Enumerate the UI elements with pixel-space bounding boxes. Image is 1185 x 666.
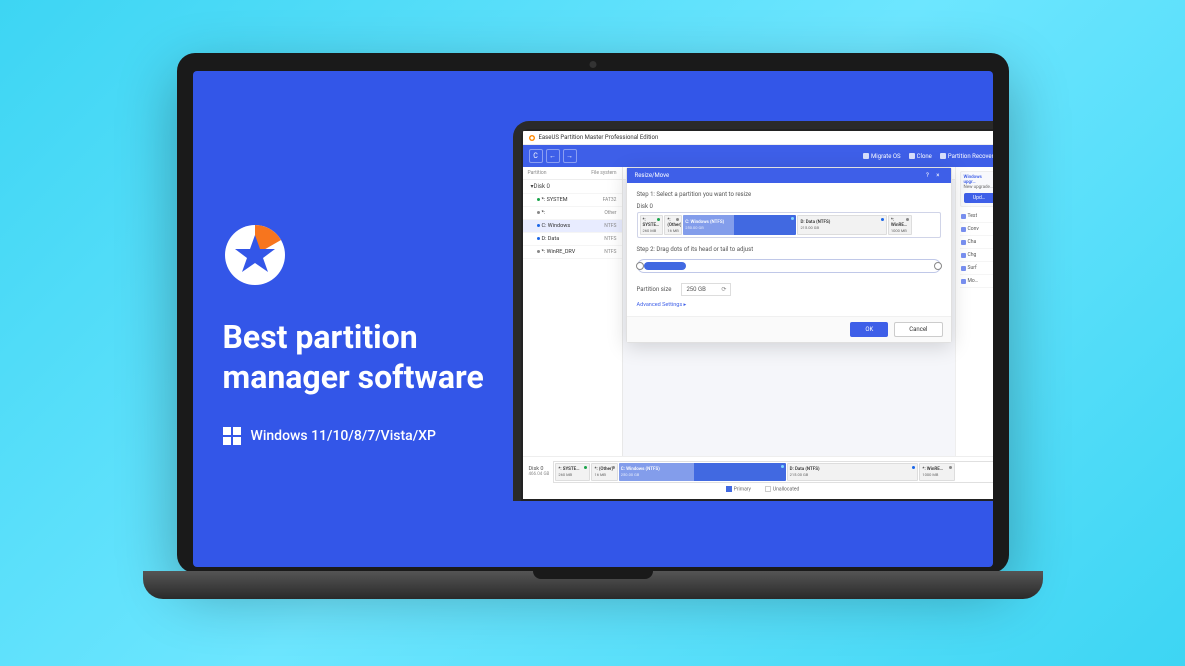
update-button[interactable]: Upd… [964, 193, 993, 203]
redo-button[interactable]: → [563, 149, 577, 163]
partition-segment[interactable]: D: Data (NTFS)215.00 GB [787, 463, 919, 481]
slider-handle-left[interactable] [636, 262, 644, 270]
os-label: Windows 11/10/8/7/Vista/XP [251, 428, 436, 444]
camera-dot [589, 61, 596, 68]
sidebar-row[interactable]: D: DataNTFS [523, 233, 622, 246]
app-title: EaseUS Partition Master Professional Edi… [539, 134, 659, 141]
app-titlebar: EaseUS Partition Master Professional Edi… [523, 131, 993, 145]
tool-item[interactable]: Surf [960, 262, 993, 275]
dialog-title: Resize/Move [635, 172, 670, 179]
toolbar-partition-recovery[interactable]: Partition Recovery [940, 153, 993, 160]
refresh-button[interactable]: C [529, 149, 543, 163]
toolbar-migrate-os[interactable]: Migrate OS [863, 153, 901, 160]
sidebar-row[interactable]: C: WindowsNTFS [523, 220, 622, 233]
right-panel: Windows upgr… New upgrade… Upd… TestConv… [955, 167, 993, 456]
col-filesystem: File system [591, 170, 616, 176]
sidebar-row[interactable]: *: SYSTEMFAT32 [523, 194, 622, 207]
partition-selector-bar[interactable]: *: SYSTE…260 MB*: (Other)16 MBC: Windows… [637, 212, 941, 238]
col-partition: Partition [528, 170, 592, 176]
resize-dialog: Resize/Move ? × Step 1: Select a partiti… [626, 167, 952, 343]
dialog-step2: Step 2: Drag dots of its head or tail to… [637, 246, 941, 253]
slider-handle-right[interactable] [934, 262, 942, 270]
tool-item[interactable]: Mo… [960, 275, 993, 288]
undo-button[interactable]: ← [546, 149, 560, 163]
partition-segment[interactable]: *: SYSTE…260 MB [640, 215, 664, 235]
sidebar-row[interactable]: *:Other [523, 207, 622, 220]
windows-icon [223, 427, 241, 445]
partition-segment[interactable]: D: Data (NTFS)215.00 GB [797, 215, 886, 235]
inner-app-laptop: EaseUS Partition Master Professional Edi… [513, 121, 993, 541]
partition-segment[interactable]: *: (Other)16 MB [591, 463, 617, 481]
app-logo [223, 223, 287, 287]
laptop-base [143, 571, 1043, 599]
advanced-settings-link[interactable]: Advanced Settings ▸ [637, 302, 941, 308]
tool-item[interactable]: Chg [960, 249, 993, 262]
toolbar-clone[interactable]: Clone [909, 153, 932, 160]
bottom-disk-map: Disk 0 466.04 GB *: SYSTE…260 MB*: (Othe… [523, 456, 993, 499]
tool-item[interactable]: Conv [960, 223, 993, 236]
outer-laptop-mockup: Best partition manager software Windows … [143, 53, 1043, 613]
partition-sidebar: Partition File system ▾ Disk 0 *: SYSTEM… [523, 167, 623, 456]
dialog-step1: Step 1: Select a partition you want to r… [637, 191, 941, 198]
bottom-partition-bar[interactable]: *: SYSTE…260 MB*: (Other)16 MBC: Windows… [553, 461, 992, 483]
tool-item[interactable]: Test [960, 210, 993, 223]
dialog-window-controls[interactable]: ? × [926, 172, 943, 179]
partition-segment[interactable]: C: Windows (NTFS)250.00 GB [683, 215, 796, 235]
tool-item[interactable]: Cha [960, 236, 993, 249]
titlebar-app-icon [529, 135, 535, 141]
app-window: EaseUS Partition Master Professional Edi… [523, 131, 993, 499]
size-label: Partition size [637, 286, 672, 293]
cancel-button[interactable]: Cancel [894, 322, 942, 337]
partition-segment[interactable]: *: SYSTE…260 MB [555, 463, 590, 481]
ok-button[interactable]: OK [850, 322, 888, 337]
partition-segment[interactable]: *: WinRE…1000 MB [919, 463, 954, 481]
partition-size-input[interactable]: 250 GB⟳ [681, 283, 731, 296]
promo-screen: Best partition manager software Windows … [193, 71, 993, 567]
partition-segment[interactable]: *: (Other)16 MB [664, 215, 682, 235]
app-toolbar: C ← → Migrate OS Clone Partition Recovery [523, 145, 993, 167]
partition-segment[interactable]: C: Windows (NTFS)250.00 GB [619, 463, 786, 481]
sidebar-row[interactable]: *: WinRE_DRVNTFS [523, 246, 622, 259]
os-support: Windows 11/10/8/7/Vista/XP [223, 427, 493, 445]
partition-segment[interactable]: *: WinRE…1000 MB [888, 215, 912, 235]
center-pane: Capacity Used Status Type Resize/Move ? … [623, 167, 955, 456]
sidebar-disk[interactable]: ▾ Disk 0 [523, 180, 622, 194]
promo-headline: Best partition manager software [223, 317, 493, 397]
resize-slider[interactable] [637, 259, 941, 273]
